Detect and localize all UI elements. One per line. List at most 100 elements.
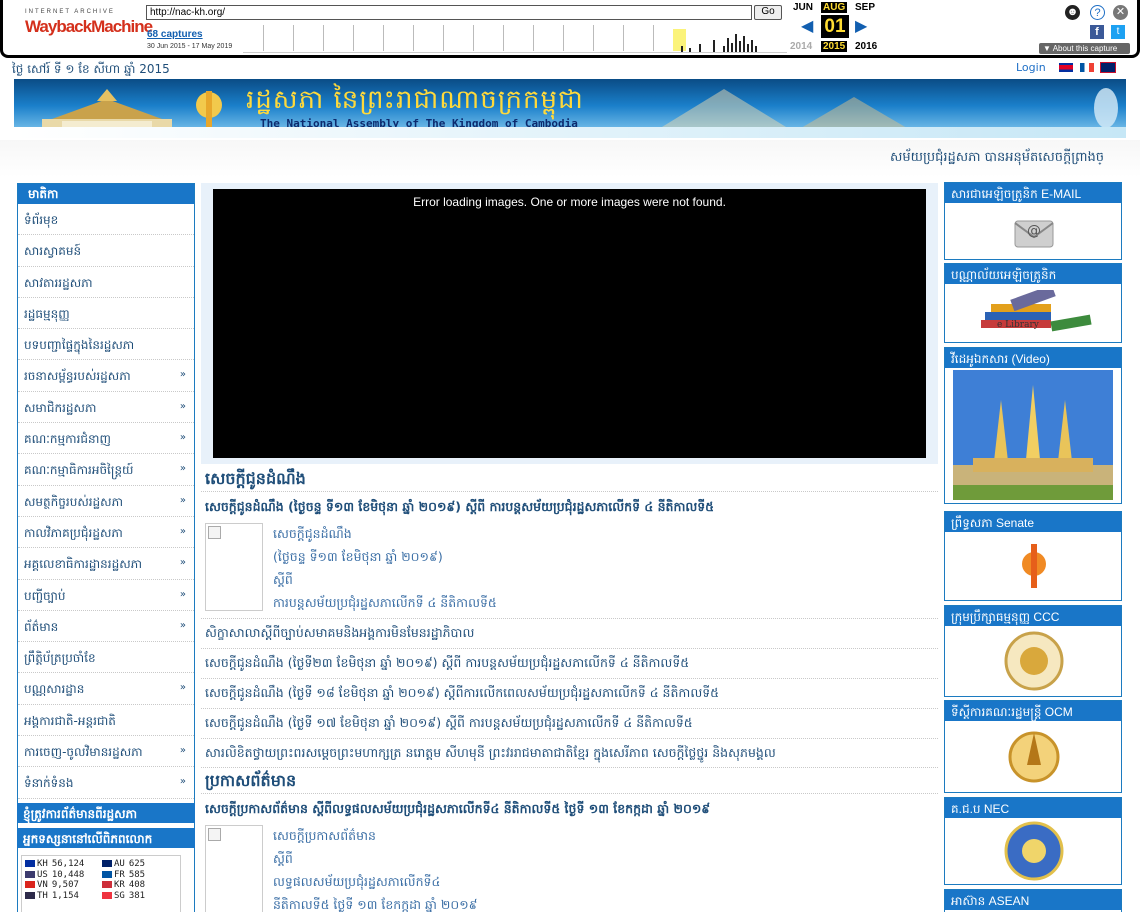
press-release-main-link[interactable]: សេចក្តីប្រកាសព័ត៌មាន ស្តីពីលទ្ធផលសម័យប្រ… bbox=[205, 801, 710, 820]
video-title: វីដេអូឯកសារ (Video) bbox=[945, 348, 1121, 368]
login-link[interactable]: Login bbox=[1016, 61, 1046, 74]
ccc-box[interactable]: ក្រុមប្រឹក្សាធម្មនុញ្ញ CCC bbox=[944, 605, 1122, 697]
elibrary-box[interactable]: បណ្ណាល័យអេឡិចត្រូនិក e Library bbox=[944, 263, 1122, 343]
menu-item[interactable]: បញ្ជីច្បាប់ » bbox=[18, 580, 194, 611]
menu-item[interactable]: សាវតាររដ្ឋសភា bbox=[18, 267, 194, 298]
announcement-link[interactable]: សេចក្តីជូនដំណឹង (ថ្ងៃទី ១៧ ខែមិថុនា ឆ្នា… bbox=[205, 715, 693, 734]
twitter-icon[interactable]: t bbox=[1111, 25, 1125, 39]
menu-item[interactable]: រដ្ឋធម្មនុញ្ញ bbox=[18, 298, 194, 330]
captures-link[interactable]: 68 captures bbox=[147, 29, 203, 40]
press-release-heading: ប្រកាសព័ត៌មាន bbox=[205, 771, 297, 790]
press-release-thumbnail[interactable] bbox=[205, 825, 263, 912]
prev-capture-icon[interactable]: ◀ bbox=[801, 16, 813, 36]
year-next[interactable]: 2016 bbox=[855, 41, 877, 52]
email-title: សារជាអេឡិចត្រូនិក E-MAIL bbox=[945, 183, 1121, 203]
visitor-stat: TH 1,154 bbox=[25, 891, 79, 902]
menu-item-label: បទបញ្ជាផ្ទៃក្នុងនៃរដ្ឋសភា bbox=[24, 338, 135, 353]
nec-box[interactable]: គ.ជ.ប NEC bbox=[944, 797, 1122, 885]
announcement-link[interactable]: សារលិខិតថ្វាយព្រះពរសម្តេចព្រះមហាក្សត្រ ន… bbox=[205, 745, 776, 764]
announcement-sub-line: ការបន្តសម័យប្រជុំរដ្ឋសភាលើកទី ៤ នីតិកាលទ… bbox=[273, 595, 497, 610]
menu-item[interactable]: បណ្ណសារដ្ឋាន » bbox=[18, 673, 194, 705]
french-flag-icon[interactable] bbox=[1080, 63, 1094, 72]
help-icon[interactable]: ? bbox=[1090, 5, 1105, 20]
info-request-link[interactable]: ខ្ញុំត្រូវការព័ត៌មានពីរដ្ឋសភា bbox=[17, 803, 195, 823]
ocm-emblem-icon[interactable] bbox=[1005, 725, 1063, 787]
press-release-sub-line: ស្តីពី bbox=[273, 851, 293, 866]
announcement-thumbnail[interactable] bbox=[205, 523, 263, 611]
menu-item-label: បញ្ជីច្បាប់ bbox=[24, 588, 66, 603]
facebook-icon[interactable]: f bbox=[1090, 25, 1104, 39]
ticker-text[interactable]: សម័យប្រជុំរដ្ឋសភា បានអនុម័តសេចក្តីព្រាងច… bbox=[890, 149, 1104, 168]
user-icon[interactable]: ☻ bbox=[1065, 5, 1080, 20]
menu-item[interactable]: រចនាសម្ព័ន្ធរបស់រដ្ឋសភា » bbox=[18, 360, 194, 392]
announcement-link[interactable]: សេចក្តីជូនដំណឹង (ថ្ងៃទី ១៨ ខែមិថុនា ឆ្នា… bbox=[205, 685, 719, 704]
menu-item[interactable]: អគ្គលេខាធិការដ្ឋានរដ្ឋសភា » bbox=[18, 548, 194, 580]
senate-emblem-icon[interactable] bbox=[1019, 538, 1049, 592]
khmer-flag-icon[interactable] bbox=[1059, 63, 1073, 72]
country-flag-icon bbox=[102, 891, 112, 899]
announcement-link[interactable]: សិក្ខាសាលាស្តីពីច្បាប់សមាគមនិងអង្គការមិន… bbox=[205, 625, 474, 644]
menu-item[interactable]: ការចេញ-ចូលវិមានរដ្ឋសភា » bbox=[18, 736, 194, 768]
email-box[interactable]: សារជាអេឡិចត្រូនិក E-MAIL @ bbox=[944, 182, 1122, 260]
menu-item[interactable]: ព័ត៌មាន » bbox=[18, 611, 194, 643]
menu-item[interactable]: ទំនាក់ទំនង » bbox=[18, 767, 194, 799]
video-thumbnail[interactable] bbox=[953, 370, 1113, 500]
menu-item[interactable]: សារស្វាគមន៍ bbox=[18, 235, 194, 267]
email-icon[interactable]: @ bbox=[1013, 213, 1055, 249]
menu-item[interactable]: កាលវិភាគប្រជុំរដ្ឋសភា » bbox=[18, 517, 194, 549]
capture-sparkline[interactable] bbox=[243, 25, 787, 53]
menu-item[interactable]: ទំព័រមុខ bbox=[18, 204, 194, 236]
menu-item[interactable]: អង្គការជាតិ-អន្តរជាតិ bbox=[18, 705, 194, 737]
ocm-box[interactable]: ទីស្តីការគណៈរដ្ឋមន្ត្រី OCM bbox=[944, 700, 1122, 793]
announcement-main-link[interactable]: សេចក្តីជូនដំណឹង (ថ្ងៃចន្ទ ទី១៣ ខែមិថុនា … bbox=[205, 499, 714, 518]
image-slider[interactable]: Error loading images. One or more images… bbox=[201, 183, 938, 464]
announcement-sub-line: សេចក្តីជូនដំណឹង bbox=[273, 526, 352, 541]
wayback-logo[interactable]: WaybackMachine bbox=[25, 17, 153, 37]
month-current: AUG bbox=[821, 2, 848, 13]
url-input[interactable]: http://nac-kh.org/ bbox=[146, 5, 752, 20]
english-flag-icon[interactable] bbox=[1100, 62, 1116, 73]
country-code: AU bbox=[114, 859, 125, 869]
menu-item-label: សារស្វាគមន៍ bbox=[24, 244, 82, 259]
asean-box[interactable]: អាស៊ាន ASEAN bbox=[944, 889, 1122, 912]
nec-emblem-icon[interactable] bbox=[1003, 821, 1065, 881]
video-box[interactable]: វីដេអូឯកសារ (Video) bbox=[944, 347, 1122, 504]
menu-item[interactable]: ព្រឹត្តិប័ត្រប្រចាំខែ bbox=[18, 642, 194, 674]
visitor-count: 1,154 bbox=[51, 890, 79, 901]
ccc-emblem-icon[interactable] bbox=[1003, 630, 1065, 692]
slider-error: Error loading images. One or more images… bbox=[213, 189, 926, 458]
menu-item[interactable]: បទបញ្ជាផ្ទៃក្នុងនៃរដ្ឋសភា bbox=[18, 329, 194, 361]
country-code: TH bbox=[37, 890, 48, 901]
submenu-arrow-icon: » bbox=[179, 463, 186, 475]
month-next[interactable]: SEP bbox=[855, 2, 875, 13]
news-ticker[interactable]: សម័យប្រជុំរដ្ឋសភា បានអនុម័តសេចក្តីព្រាងច… bbox=[0, 140, 1140, 177]
menu-item[interactable]: គណៈកម្មការជំនាញ » bbox=[18, 423, 194, 455]
visitor-stat: KH 56,124 bbox=[25, 859, 84, 870]
country-code: FR bbox=[114, 869, 125, 880]
about-capture-button[interactable]: ▼ About this capture bbox=[1039, 43, 1130, 54]
close-icon[interactable]: ✕ bbox=[1113, 5, 1128, 20]
announcement-link[interactable]: សេចក្តីជូនដំណឹង (ថ្ងៃទី២៣ ខែមិថុនា ឆ្នាំ… bbox=[205, 655, 689, 674]
visitor-stat: US 10,448 bbox=[25, 870, 84, 881]
visitor-stat: AU 625 bbox=[102, 859, 145, 870]
year-prev[interactable]: 2014 bbox=[790, 41, 812, 52]
wayback-toolbar: INTERNET ARCHIVE WaybackMachine http://n… bbox=[0, 0, 1140, 58]
visitor-stat: VN 9,507 bbox=[25, 880, 79, 891]
country-flag-icon bbox=[25, 860, 35, 867]
next-capture-icon[interactable]: ▶ bbox=[855, 16, 867, 36]
month-prev[interactable]: JUN bbox=[793, 2, 813, 13]
senate-box[interactable]: ព្រឹទ្ធសភា Senate bbox=[944, 511, 1122, 601]
country-flag-icon bbox=[102, 860, 112, 867]
menu-item[interactable]: សមត្ថកិច្ចរបស់រដ្ឋសភា » bbox=[18, 486, 194, 517]
visitor-count: 625 bbox=[128, 859, 146, 869]
go-button[interactable]: Go bbox=[754, 5, 782, 20]
press-release-sub-line: សេចក្តីប្រកាសព័ត៌មាន bbox=[273, 828, 376, 843]
submenu-arrow-icon: » bbox=[179, 776, 186, 788]
menu-item[interactable]: សមាជិករដ្ឋសភា » bbox=[18, 392, 194, 424]
books-icon[interactable] bbox=[971, 290, 1097, 338]
visitor-stat: KR 408 bbox=[102, 880, 145, 891]
menu-item[interactable]: គណៈកម្មាធិការអចិន្ត្រៃយ៍ » bbox=[18, 454, 194, 486]
senate-title: ព្រឹទ្ធសភា Senate bbox=[945, 512, 1121, 532]
announcements-heading: សេចក្តីជូនដំណឹង bbox=[205, 469, 306, 488]
elibrary-title: បណ្ណាល័យអេឡិចត្រូនិក bbox=[945, 264, 1121, 284]
